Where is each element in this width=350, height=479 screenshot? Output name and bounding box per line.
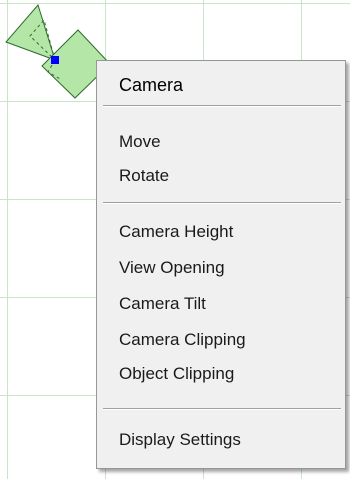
camera-context-menu: Camera Move Rotate Camera Height View Op… — [96, 60, 346, 469]
menu-title: Camera — [119, 75, 184, 95]
camera-handle[interactable] — [51, 56, 59, 64]
menu-separator — [103, 408, 341, 410]
menu-item-move[interactable]: Move — [119, 128, 339, 156]
menu-item-view-opening[interactable]: View Opening — [119, 254, 339, 282]
menu-item-display-settings[interactable]: Display Settings — [119, 426, 339, 454]
menu-separator — [103, 202, 341, 204]
menu-item-rotate[interactable]: Rotate — [119, 162, 339, 190]
camera-view-cone — [5, 3, 56, 61]
menu-item-camera-tilt[interactable]: Camera Tilt — [119, 290, 339, 318]
menu-item-camera-height[interactable]: Camera Height — [119, 218, 339, 246]
menu-item-object-clipping[interactable]: Object Clipping — [119, 360, 339, 388]
menu-separator — [103, 105, 341, 107]
menu-item-camera-clipping[interactable]: Camera Clipping — [119, 326, 339, 354]
